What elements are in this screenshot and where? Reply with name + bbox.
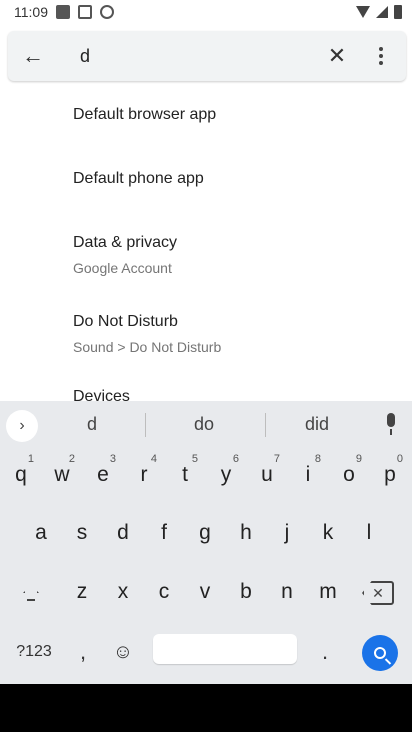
suggestion-2[interactable]: do (164, 414, 244, 435)
sync-icon (100, 5, 114, 19)
system-icons (356, 5, 402, 19)
result-item-default-phone[interactable]: Default phone app (0, 148, 412, 208)
key-label: p (384, 463, 396, 486)
search-icon[interactable] (362, 635, 398, 671)
key-n[interactable]: n (268, 568, 306, 616)
result-title: Default phone app (73, 170, 204, 187)
key-hint: 2 (68, 453, 75, 465)
key-l[interactable]: l (350, 509, 388, 557)
divider (265, 413, 266, 437)
suggestion-1[interactable]: d (52, 414, 132, 435)
key-r[interactable]: r4 (125, 451, 163, 499)
chevron-right-icon[interactable]: › (6, 410, 38, 442)
key-c[interactable]: c (145, 568, 183, 616)
navigation-bar (0, 684, 412, 732)
key-a[interactable]: a (22, 509, 60, 557)
result-subtitle: Sound > Do Not Disturb (73, 339, 222, 355)
result-item-do-not-disturb[interactable]: Do Not Disturb Sound > Do Not Disturb (0, 296, 412, 368)
shift-icon[interactable] (14, 579, 48, 607)
key-y[interactable]: y6 (207, 451, 245, 499)
key-label: e (97, 463, 109, 486)
close-icon[interactable]: ✕ (320, 39, 354, 73)
more-vert-icon[interactable] (364, 39, 398, 73)
suggestion-strip: › d do did (0, 401, 412, 447)
key-w[interactable]: w2 (43, 451, 81, 499)
key-hint: 8 (314, 453, 321, 465)
key-hint: 1 (27, 453, 34, 465)
space-bar[interactable] (153, 634, 297, 664)
result-subtitle: Google Account (73, 260, 172, 276)
key-label: q (15, 463, 27, 486)
key-s[interactable]: s (63, 509, 101, 557)
keyboard: › d do did q1 w2 e3 r4 t5 y6 u7 i8 o9 p0… (0, 401, 412, 684)
symbols-key[interactable]: ?123 (12, 637, 56, 667)
key-t[interactable]: t5 (166, 451, 204, 499)
wifi-icon (356, 6, 370, 18)
key-x[interactable]: x (104, 568, 142, 616)
key-hint: 0 (396, 453, 403, 465)
sim-card-icon (56, 5, 70, 19)
status-time: 11:09 (14, 4, 48, 20)
notification-icons (56, 5, 114, 19)
key-label: u (261, 463, 273, 486)
key-f[interactable]: f (145, 509, 183, 557)
shopping-bag-icon (78, 5, 92, 19)
result-item-devices[interactable]: Devices (0, 378, 412, 401)
key-d[interactable]: d (104, 509, 142, 557)
result-item-default-browser[interactable]: Default browser app (0, 88, 412, 148)
key-k[interactable]: k (309, 509, 347, 557)
key-label: w (54, 463, 70, 486)
key-h[interactable]: h (227, 509, 265, 557)
result-title: Default browser app (73, 106, 217, 123)
key-v[interactable]: v (186, 568, 224, 616)
back-arrow-icon[interactable]: ← (16, 39, 50, 73)
result-title: Do Not Disturb (73, 313, 178, 330)
battery-icon (394, 5, 402, 19)
status-bar: 11:09 (0, 0, 412, 24)
result-title: Data & privacy (73, 234, 178, 251)
search-input[interactable] (80, 43, 310, 69)
key-i[interactable]: i8 (289, 451, 327, 499)
key-u[interactable]: u7 (248, 451, 286, 499)
period-key[interactable]: . (312, 635, 338, 669)
key-hint: 3 (109, 453, 116, 465)
backspace-icon[interactable]: ✕ (362, 581, 394, 605)
search-results: Default browser app Default phone app Da… (0, 88, 412, 401)
key-hint: 9 (355, 453, 362, 465)
key-label: i (305, 463, 311, 486)
result-title: Devices (73, 388, 130, 401)
key-e[interactable]: e3 (84, 451, 122, 499)
divider (145, 413, 146, 437)
key-label: o (343, 463, 355, 486)
key-hint: 5 (191, 453, 198, 465)
mic-icon[interactable] (382, 413, 400, 437)
suggestion-3[interactable]: did (277, 414, 357, 435)
key-label: r (140, 463, 148, 486)
key-label: t (182, 463, 188, 486)
key-p[interactable]: p0 (371, 451, 409, 499)
key-q[interactable]: q1 (2, 451, 40, 499)
key-hint: 4 (150, 453, 157, 465)
signal-icon (376, 6, 388, 18)
result-item-data-privacy[interactable]: Data & privacy Google Account (0, 216, 412, 288)
comma-key[interactable]: , (70, 635, 96, 669)
search-bar: ← ✕ (8, 31, 406, 81)
key-label: y (220, 463, 232, 486)
key-b[interactable]: b (227, 568, 265, 616)
key-m[interactable]: m (309, 568, 347, 616)
key-o[interactable]: o9 (330, 451, 368, 499)
key-j[interactable]: j (268, 509, 306, 557)
key-z[interactable]: z (63, 568, 101, 616)
key-g[interactable]: g (186, 509, 224, 557)
key-hint: 7 (273, 453, 280, 465)
key-hint: 6 (232, 453, 239, 465)
emoji-icon[interactable]: ☺ (108, 637, 138, 667)
